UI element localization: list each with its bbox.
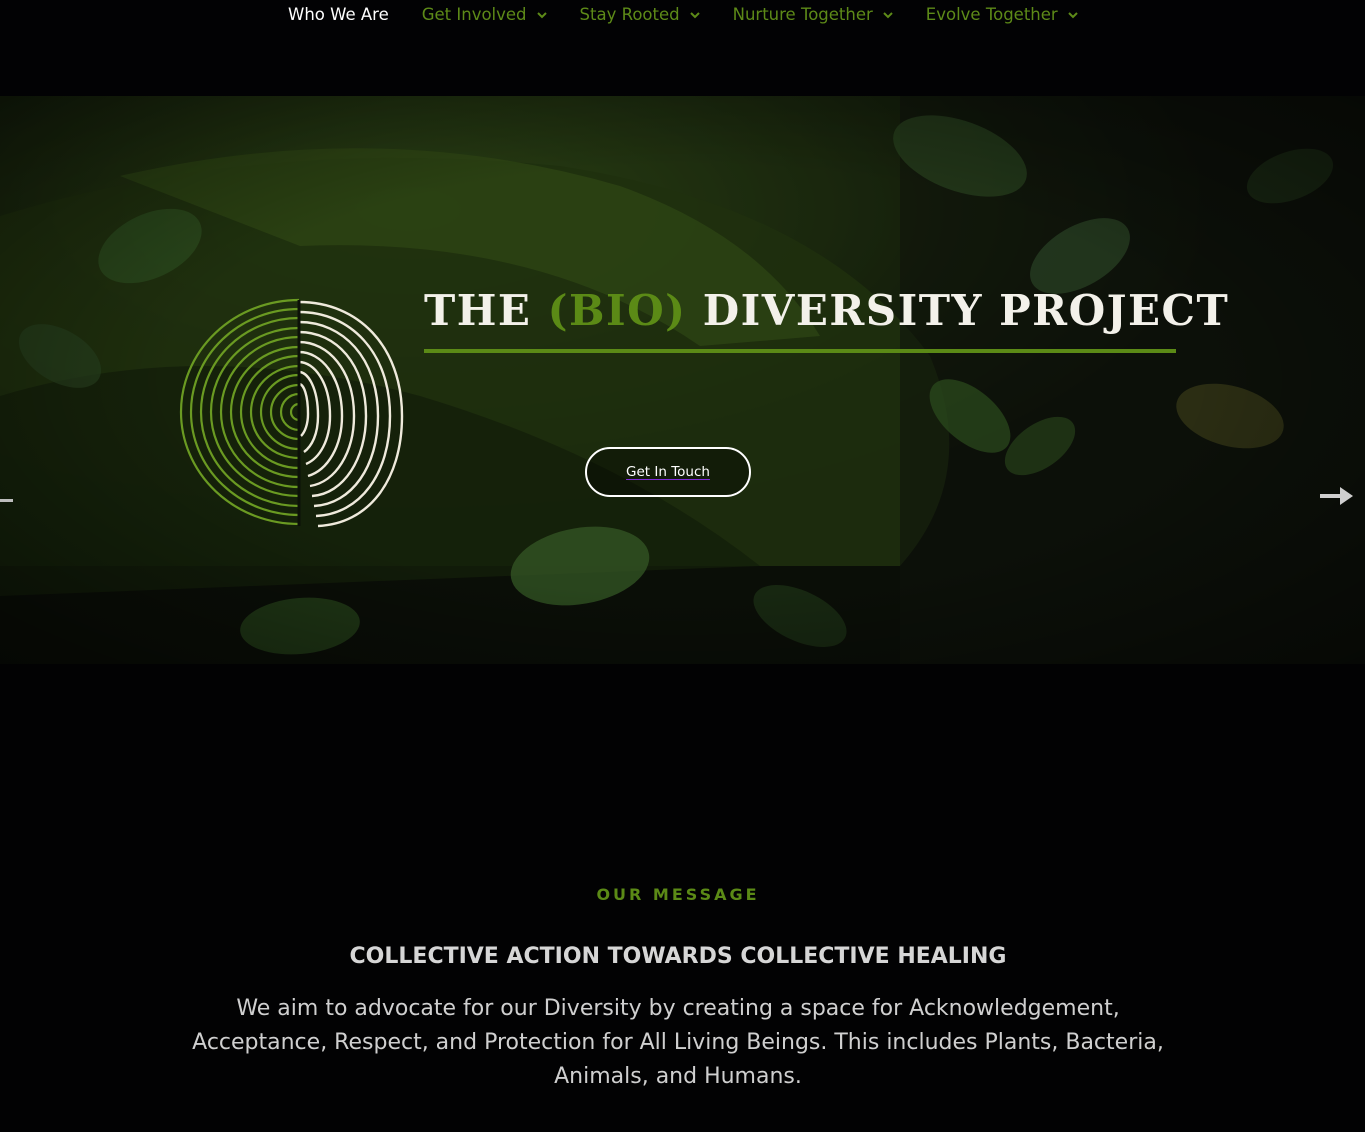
slider-next-button[interactable] — [1320, 486, 1354, 510]
section-body-text: We aim to advocate for our Diversity by … — [192, 996, 1164, 1089]
get-in-touch-button[interactable]: Get In Touch — [585, 447, 751, 497]
section-headline: COLLECTIVE ACTION TOWARDS COLLECTIVE HEA… — [349, 944, 1007, 969]
chevron-down-icon — [689, 11, 700, 19]
chevron-down-icon — [883, 11, 893, 19]
hero-slider: THE (BIO) DIVERSITY PROJECT Get In Touch — [0, 96, 1365, 664]
tree-fingerprint-logo-icon — [179, 298, 404, 528]
hero-title-bio: (BIO) — [547, 286, 687, 335]
nav-item-label: Who We Are — [288, 5, 389, 24]
nav-item-label: Nurture Together — [732, 5, 873, 24]
nav-item-evolve-together[interactable]: Evolve Together — [926, 5, 1078, 24]
nav-item-who-we-are[interactable]: Who We Are — [288, 5, 389, 24]
hero-title-rest: DIVERSITY PROJECT — [702, 286, 1230, 335]
nav-item-get-involved[interactable]: Get Involved — [422, 5, 547, 24]
nav-item-stay-rooted[interactable]: Stay Rooted — [580, 5, 700, 24]
title-underline — [424, 349, 1176, 353]
hero-title-the: THE — [424, 286, 532, 335]
get-in-touch-label: Get In Touch — [626, 464, 710, 480]
nav-item-label: Evolve Together — [925, 5, 1058, 24]
chevron-down-icon — [536, 11, 547, 19]
nav-item-nurture-together[interactable]: Nurture Together — [733, 5, 893, 24]
main-navigation: Who We Are Get Involved Stay Rooted Nurt… — [0, 0, 1365, 96]
chevron-down-icon — [1067, 11, 1078, 19]
hero-title: THE (BIO) DIVERSITY PROJECT — [424, 286, 1229, 335]
nav-list: Who We Are Get Involved Stay Rooted Nurt… — [288, 5, 1111, 24]
nav-item-label: Stay Rooted — [579, 5, 680, 24]
arrow-left-icon — [0, 499, 13, 502]
nav-item-label: Get Involved — [421, 5, 527, 24]
arrow-right-icon — [1320, 487, 1353, 505]
slider-prev-button[interactable] — [0, 492, 14, 511]
section-kicker: OUR MESSAGE — [596, 885, 760, 904]
